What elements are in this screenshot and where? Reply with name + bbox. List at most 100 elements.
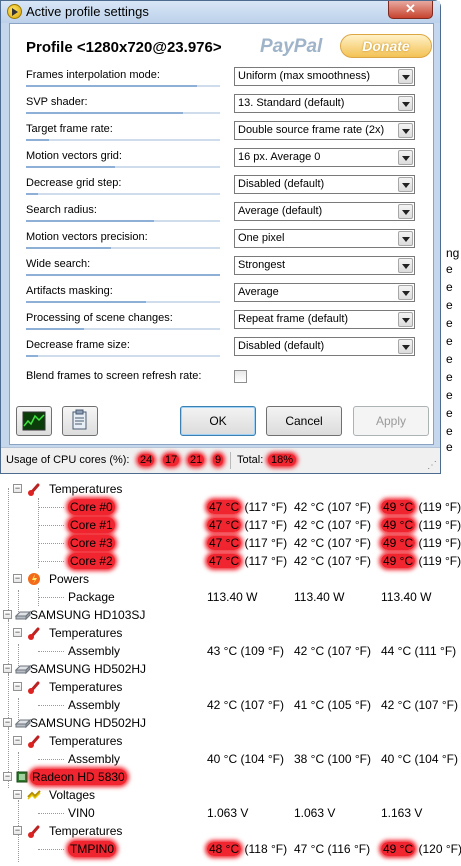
tree-row[interactable]: − Temperatures (0, 624, 461, 642)
voltage-icon (27, 788, 41, 802)
tree-connector (38, 849, 64, 850)
collapse-toggle-icon[interactable]: − (3, 718, 12, 727)
collapse-toggle-icon[interactable]: − (13, 484, 22, 493)
background-text-fragment: e (446, 352, 453, 366)
tree-row[interactable]: Assembly 42 °C (107 °F) 41 °C (105 °F) 42 °… (0, 696, 461, 714)
tree-row[interactable]: VIN0 1.063 V 1.063 V 1.163 V (0, 804, 461, 822)
collapse-toggle-icon[interactable]: − (13, 574, 22, 583)
chevron-down-icon[interactable] (398, 339, 413, 354)
setting-dropdown[interactable]: Strongest (234, 256, 415, 275)
chevron-down-icon[interactable] (398, 150, 413, 165)
collapse-toggle-icon[interactable]: − (13, 682, 22, 691)
sensor-label: Assembly (68, 644, 121, 658)
tree-row[interactable]: TMPIN0 48 °C (118 °F) 47 °C (116 °F) 49 °C … (0, 840, 461, 858)
sensor-max: 1.163 V (381, 806, 423, 820)
disk-icon (14, 662, 32, 676)
sensor-label: Temperatures (49, 824, 123, 838)
resize-grip-icon[interactable]: ⋰ (427, 460, 437, 471)
tree-row[interactable]: − SAMSUNG HD502HJ (0, 660, 461, 678)
sensor-label: SAMSUNG HD502HJ (30, 662, 147, 676)
tree-row[interactable]: Assembly 43 °C (109 °F) 42 °C (107 °F) 44 °… (0, 642, 461, 660)
setting-label: Wide search: (26, 258, 91, 270)
cancel-button[interactable]: Cancel (266, 406, 342, 436)
title-bar[interactable]: Active profile settings ✕ (1, 1, 440, 23)
tree-row[interactable]: Core #3 47 °C (117 °F) 42 °C (107 °F) 49 °C… (0, 534, 461, 552)
collapse-toggle-icon[interactable]: − (13, 628, 22, 637)
close-button[interactable]: ✕ (388, 1, 433, 19)
setting-dropdown[interactable]: Average (default) (234, 202, 415, 221)
profile-title: Profile <1280x720@23.976> (26, 39, 222, 56)
setting-dropdown[interactable]: Repeat frame (default) (234, 310, 415, 329)
background-text-fragment: e (446, 440, 453, 454)
highlighted-temperature: 47 °C (207, 554, 242, 568)
collapse-toggle-icon[interactable]: − (3, 772, 12, 781)
setting-dropdown-value: Disabled (default) (238, 178, 325, 190)
collapse-toggle-icon[interactable]: − (13, 736, 22, 745)
chevron-down-icon[interactable] (398, 96, 413, 111)
collapse-toggle-icon[interactable]: − (3, 610, 12, 619)
chevron-down-icon[interactable] (398, 312, 413, 327)
active-profile-settings-window: Active profile settings ✕ Profile <1280x… (0, 0, 441, 474)
tree-row[interactable]: − SAMSUNG HD502HJ (0, 714, 461, 732)
tree-row[interactable]: − Temperatures (0, 822, 461, 840)
chevron-down-icon[interactable] (398, 204, 413, 219)
tree-row[interactable]: − Radeon HD 5830 (0, 768, 461, 786)
tree-row[interactable]: Assembly 40 °C (104 °F) 38 °C (100 °F) 40 °… (0, 750, 461, 768)
tree-connector (38, 525, 64, 526)
highlighted-temperature: 49 °C (381, 536, 416, 550)
cpu-core-1-usage: 17 (163, 454, 180, 466)
tree-row[interactable]: − Temperatures (0, 480, 461, 498)
background-text-fragment: e (446, 406, 453, 420)
cpu-graph-button[interactable] (16, 406, 52, 436)
setting-dropdown[interactable]: 16 px. Average 0 (234, 148, 415, 167)
cpu-usage-label: Usage of CPU cores (%): (6, 454, 130, 466)
collapse-toggle-icon[interactable]: − (13, 790, 22, 799)
window-title: Active profile settings (26, 4, 149, 19)
setting-dropdown[interactable]: Double source frame rate (2x) (234, 121, 415, 140)
clipboard-button[interactable] (62, 406, 98, 436)
setting-dropdown[interactable]: Disabled (default) (234, 175, 415, 194)
fahrenheit-value: (117 °F) (241, 518, 288, 532)
chevron-down-icon[interactable] (398, 258, 413, 273)
sensor-label: Core #3 (68, 535, 115, 551)
tree-row[interactable]: − Temperatures (0, 732, 461, 750)
tree-row[interactable]: Core #2 47 °C (117 °F) 42 °C (107 °F) 49 °C… (0, 552, 461, 570)
disk-icon (14, 716, 32, 730)
donate-button[interactable]: Donate (340, 34, 432, 58)
ok-button[interactable]: OK (180, 406, 256, 436)
sensor-max: 49 °C (119 °F) (381, 516, 461, 534)
sensor-value: 43 °C (109 °F) (207, 644, 284, 658)
tree-row[interactable]: − Voltages (0, 786, 461, 804)
setting-dropdown-value: Strongest (238, 259, 286, 271)
tree-row[interactable]: − SAMSUNG HD103SJ (0, 606, 461, 624)
setting-label: Target frame rate: (26, 123, 113, 135)
setting-dropdown-value: 16 px. Average 0 (238, 151, 321, 163)
sensor-value: 42 °C (107 °F) (207, 698, 284, 712)
tree-row[interactable]: Core #0 47 °C (117 °F) 42 °C (107 °F) 49 °C… (0, 498, 461, 516)
chevron-down-icon[interactable] (398, 177, 413, 192)
collapse-toggle-icon[interactable]: − (3, 664, 12, 673)
fahrenheit-value: (119 °F) (415, 536, 461, 550)
chevron-down-icon[interactable] (398, 69, 413, 84)
setting-dropdown[interactable]: Disabled (default) (234, 337, 415, 356)
setting-dropdown-value: Average (default) (238, 205, 323, 217)
apply-button[interactable]: Apply (353, 406, 429, 436)
sensor-label: TMPIN0 (68, 841, 117, 857)
setting-dropdown[interactable]: Uniform (max smoothness) (234, 67, 415, 86)
sensor-label: Radeon HD 5830 (30, 769, 127, 785)
chevron-down-icon[interactable] (398, 123, 413, 138)
fahrenheit-value: (118 °F) (241, 842, 288, 856)
chevron-down-icon[interactable] (398, 231, 413, 246)
tree-row[interactable]: − Temperatures (0, 678, 461, 696)
tree-row[interactable]: − Powers (0, 570, 461, 588)
setting-dropdown[interactable]: One pixel (234, 229, 415, 248)
tree-row[interactable]: Package 113.40 W 113.40 W 113.40 W (0, 588, 461, 606)
blend-frames-label: Blend frames to screen refresh rate: (26, 370, 202, 382)
chevron-down-icon[interactable] (398, 285, 413, 300)
background-text-fragment: e (446, 370, 453, 384)
setting-dropdown[interactable]: Average (234, 283, 415, 302)
collapse-toggle-icon[interactable]: − (13, 826, 22, 835)
blend-frames-checkbox[interactable] (234, 370, 247, 383)
setting-dropdown[interactable]: 13. Standard (default) (234, 94, 415, 113)
tree-row[interactable]: Core #1 47 °C (117 °F) 42 °C (107 °F) 49 °C… (0, 516, 461, 534)
